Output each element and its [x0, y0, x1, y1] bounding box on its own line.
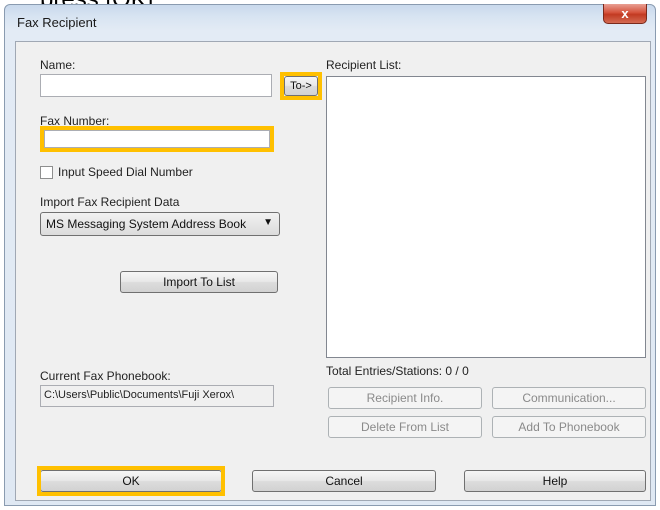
add-to-phonebook-button[interactable]: Add To Phonebook — [492, 416, 646, 438]
to-button[interactable]: To-> — [284, 76, 318, 96]
name-label: Name: — [40, 58, 76, 72]
fax-recipient-dialog: Fax Recipient x Name: To-> Fax Number: I… — [4, 4, 656, 506]
close-icon: x — [621, 6, 629, 21]
dialog-body: Name: To-> Fax Number: Input Speed Dial … — [15, 41, 651, 501]
speed-dial-label: Input Speed Dial Number — [58, 165, 193, 179]
recipient-list[interactable] — [326, 76, 646, 358]
communication-button[interactable]: Communication... — [492, 387, 646, 409]
help-button[interactable]: Help — [464, 470, 646, 492]
phonebook-label: Current Fax Phonebook: — [40, 369, 171, 383]
speed-dial-checkbox[interactable] — [40, 166, 53, 179]
fax-number-input[interactable] — [44, 130, 270, 148]
import-data-label: Import Fax Recipient Data — [40, 195, 180, 209]
import-source-dropdown[interactable]: MS Messaging System Address Book ▼ — [40, 212, 280, 236]
totals-label: Total Entries/Stations: 0 / 0 — [326, 364, 469, 378]
dialog-title: Fax Recipient — [17, 15, 97, 30]
delete-from-list-button[interactable]: Delete From List — [328, 416, 482, 438]
ok-button[interactable]: OK — [40, 470, 222, 492]
cancel-button[interactable]: Cancel — [252, 470, 436, 492]
phonebook-path: C:\Users\Public\Documents\Fuji Xerox\ — [40, 385, 274, 407]
import-to-list-button[interactable]: Import To List — [120, 271, 278, 293]
import-source-value: MS Messaging System Address Book — [46, 217, 247, 231]
fax-number-label: Fax Number: — [40, 114, 110, 128]
recipient-info-button[interactable]: Recipient Info. — [328, 387, 482, 409]
chevron-down-icon: ▼ — [263, 217, 273, 228]
name-input[interactable] — [40, 74, 272, 97]
recipient-list-label: Recipient List: — [326, 58, 402, 72]
close-button[interactable]: x — [603, 4, 647, 24]
